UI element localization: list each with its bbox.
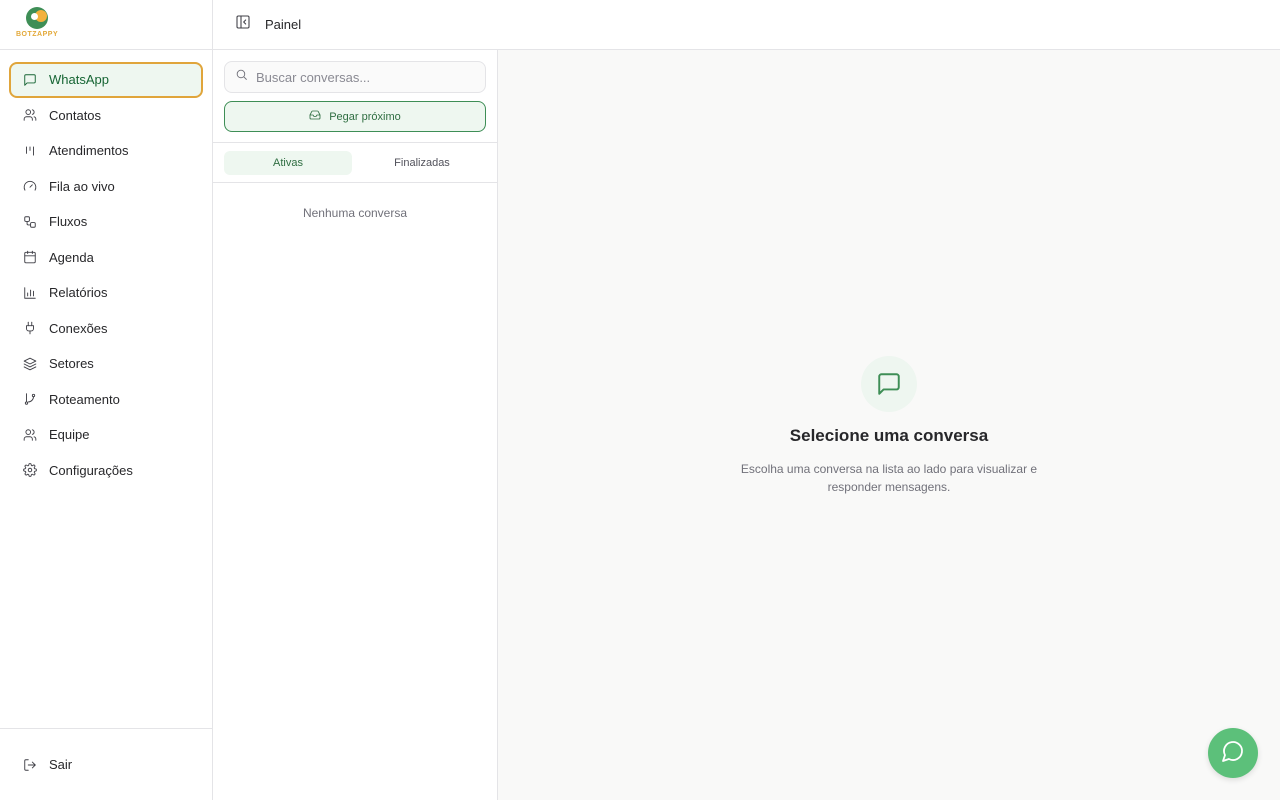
sidebar-item-label: Equipe	[49, 427, 90, 443]
logout-button[interactable]: Sair	[9, 747, 203, 783]
sidebar-item-label: Setores	[49, 356, 94, 372]
conversation-list-panel: Pegar próximo Ativas Finalizadas Nenhuma…	[213, 50, 498, 800]
workflow-icon	[23, 215, 37, 229]
message-square-icon	[861, 356, 917, 412]
logout-label: Sair	[49, 757, 73, 772]
empty-state: Selecione uma conversa Escolha uma conve…	[498, 356, 1280, 496]
search-box[interactable]	[224, 61, 486, 93]
sidebar-item-label: Roteamento	[49, 391, 120, 407]
sidebar-item-setores[interactable]: Setores	[9, 346, 203, 382]
sidebar-nav: WhatsApp Contatos Atendimentos Fila ao v…	[0, 50, 212, 488]
sidebar-item-label: Atendimentos	[49, 143, 129, 159]
logo-area: BOTZAPPY	[0, 0, 212, 50]
gauge-icon	[23, 179, 37, 193]
inbox-icon	[309, 109, 321, 124]
users-icon	[23, 108, 37, 122]
sidebar-item-label: Fluxos	[49, 214, 88, 230]
sidebar-item-contatos[interactable]: Contatos	[9, 98, 203, 134]
calendar-icon	[23, 250, 37, 264]
git-branch-icon	[23, 392, 37, 406]
sidebar-item-whatsapp[interactable]: WhatsApp	[9, 62, 203, 98]
logout-icon	[23, 758, 37, 772]
chat-bubble-icon	[1221, 739, 1245, 768]
conversation-tabs: Ativas Finalizadas	[213, 142, 497, 183]
search-input[interactable]	[256, 69, 476, 85]
conversation-view: Selecione uma conversa Escolha uma conve…	[498, 50, 1280, 800]
top-bar: Painel	[213, 0, 1280, 50]
sidebar-item-label: Conexões	[49, 320, 108, 336]
chat-fab-button[interactable]	[1208, 728, 1258, 778]
layers-icon	[23, 357, 37, 371]
sidebar-item-label: WhatsApp	[49, 72, 109, 88]
empty-state-description: Escolha uma conversa na lista ao lado pa…	[740, 462, 1038, 494]
sidebar-footer: Sair	[0, 728, 212, 800]
page-title: Painel	[265, 17, 302, 32]
bar-chart-icon	[23, 286, 37, 300]
tab-finalizadas[interactable]: Finalizadas	[358, 151, 486, 175]
sidebar-item-agenda[interactable]: Agenda	[9, 240, 203, 276]
sidebar-item-equipe[interactable]: Equipe	[9, 417, 203, 453]
gear-icon	[23, 463, 37, 478]
sidebar-item-fluxos[interactable]: Fluxos	[9, 204, 203, 240]
kanban-icon	[23, 144, 37, 158]
sidebar-item-label: Contatos	[49, 107, 102, 123]
sidebar-item-label: Fila ao vivo	[49, 178, 115, 194]
sidebar-item-conexoes[interactable]: Conexões	[9, 311, 203, 347]
empty-state-title: Selecione uma conversa	[789, 426, 989, 445]
search-icon	[235, 68, 248, 86]
message-square-icon	[23, 73, 37, 87]
users-icon	[23, 428, 37, 442]
get-next-label: Pegar próximo	[329, 110, 401, 123]
sidebar-item-label: Relatórios	[49, 285, 108, 301]
sidebar-item-roteamento[interactable]: Roteamento	[9, 382, 203, 418]
sidebar-toggle-icon[interactable]	[235, 14, 251, 35]
sidebar-item-configuracoes[interactable]: Configurações	[9, 453, 203, 489]
sidebar-item-atendimentos[interactable]: Atendimentos	[9, 133, 203, 169]
sidebar-item-relatorios[interactable]: Relatórios	[9, 275, 203, 311]
sidebar-item-fila-ao-vivo[interactable]: Fila ao vivo	[9, 169, 203, 205]
sidebar-item-label: Configurações	[49, 462, 133, 478]
empty-list-message: Nenhuma conversa	[302, 206, 408, 220]
plug-icon	[23, 321, 37, 335]
botzappy-logo[interactable]: BOTZAPPY	[16, 6, 60, 43]
logo-wordmark: BOTZAPPY	[16, 30, 59, 38]
tab-ativas[interactable]: Ativas	[224, 150, 352, 175]
sidebar-item-label: Agenda	[49, 249, 94, 265]
sidebar: BOTZAPPY WhatsApp Contatos Atendimentos …	[0, 0, 213, 800]
get-next-button[interactable]: Pegar próximo	[224, 101, 486, 132]
logo-mark	[26, 6, 48, 29]
